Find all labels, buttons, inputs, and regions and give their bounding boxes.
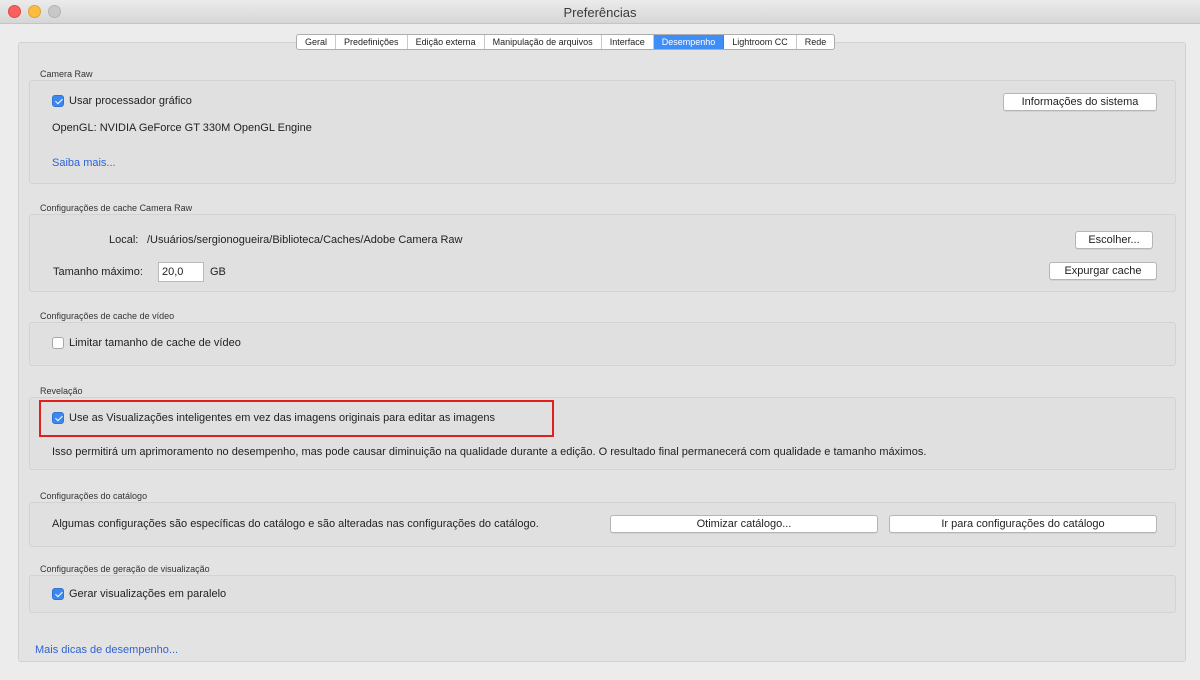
parallel-previews-checkbox[interactable] (52, 588, 64, 600)
preview-generation-group: Gerar visualizações em paralelo (29, 575, 1176, 613)
choose-cache-folder-button[interactable]: Escolher... (1075, 231, 1153, 249)
use-gpu-checkbox[interactable] (52, 95, 64, 107)
limit-video-cache-checkbox[interactable] (52, 337, 64, 349)
camera-raw-group: Usar processador gráfico OpenGL: NVIDIA … (29, 80, 1176, 184)
camera-raw-section-label: Camera Raw (40, 69, 93, 79)
video-cache-section-label: Configurações de cache de vídeo (40, 311, 175, 321)
parallel-previews-label: Gerar visualizações em paralelo (69, 588, 227, 600)
cache-location-path: /Usuários/sergionogueira/Biblioteca/Cach… (147, 234, 463, 246)
cache-section-label: Configurações de cache Camera Raw (40, 203, 193, 213)
tab-geral[interactable]: Geral (297, 35, 337, 49)
title-bar: Preferências (0, 0, 1200, 24)
smart-previews-checkbox[interactable] (52, 412, 64, 424)
tab-lightroom-cc[interactable]: Lightroom CC (724, 35, 797, 49)
develop-group: Use as Visualizações inteligentes em vez… (29, 397, 1176, 470)
smart-previews-description: Isso permitirá um aprimoramento no desem… (52, 446, 927, 458)
max-size-unit: GB (210, 266, 226, 278)
tab-manipula-o-de-arquivos[interactable]: Manipulação de arquivos (485, 35, 602, 49)
preview-generation-section-label: Configurações de geração de visualização (40, 564, 210, 574)
cache-location-label: Local: (109, 234, 139, 246)
optimize-catalog-button[interactable]: Otimizar catálogo... (610, 515, 878, 533)
system-info-button[interactable]: Informações do sistema (1003, 93, 1157, 111)
catalog-section-label: Configurações do catálogo (40, 491, 148, 501)
cache-group: Local: /Usuários/sergionogueira/Bibliote… (29, 214, 1176, 292)
max-size-label: Tamanho máximo: (53, 266, 143, 278)
video-cache-group: Limitar tamanho de cache de vídeo (29, 322, 1176, 366)
develop-section-label: Revelação (40, 386, 83, 396)
catalog-group: Algumas configurações são específicas do… (29, 502, 1176, 547)
tab-rede[interactable]: Rede (797, 35, 835, 49)
tab-interface[interactable]: Interface (602, 35, 654, 49)
smart-previews-label: Use as Visualizações inteligentes em vez… (69, 412, 495, 424)
tab-edi-o-externa[interactable]: Edição externa (408, 35, 485, 49)
max-size-input[interactable]: 20,0 (158, 262, 204, 282)
catalog-description: Algumas configurações são específicas do… (52, 518, 539, 530)
purge-cache-button[interactable]: Expurgar cache (1049, 262, 1157, 280)
opengl-info: OpenGL: NVIDIA GeForce GT 330M OpenGL En… (52, 122, 312, 134)
tab-desempenho[interactable]: Desempenho (653, 35, 725, 49)
catalog-settings-button[interactable]: Ir para configurações do catálogo (889, 515, 1157, 533)
learn-more-link[interactable]: Saiba mais... (52, 157, 116, 169)
use-gpu-label: Usar processador gráfico (69, 95, 192, 107)
preferences-tabs: Geral Predefinições Edição externa Manipula… (296, 34, 836, 50)
window-title: Preferências (563, 5, 637, 20)
preferences-panel: Camera Raw Usar processador gráfico Open… (18, 42, 1186, 662)
limit-video-cache-label: Limitar tamanho de cache de vídeo (69, 337, 241, 349)
tab-predefini-es[interactable]: Predefinições (336, 35, 408, 49)
more-performance-tips-link[interactable]: Mais dicas de desempenho... (35, 644, 178, 656)
